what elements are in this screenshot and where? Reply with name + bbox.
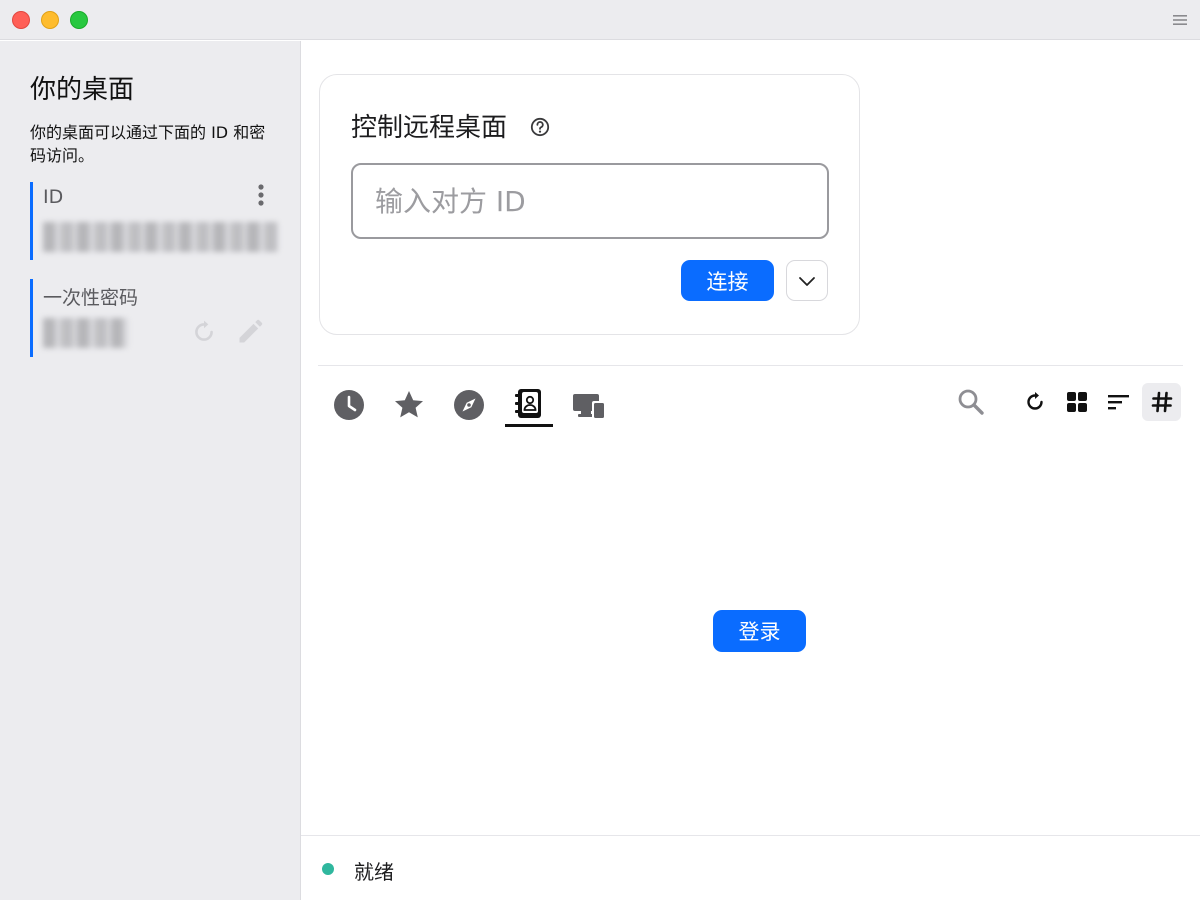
id-value-redacted	[43, 222, 278, 252]
sidebar: 你的桌面 你的桌面可以通过下面的 ID 和密码访问。 ID 一次性密码	[0, 41, 301, 900]
tab-groups[interactable]	[565, 383, 613, 427]
refresh-password-icon[interactable]	[191, 319, 217, 345]
refresh-button[interactable]	[1017, 383, 1053, 421]
connect-options-button[interactable]	[786, 260, 828, 301]
minimize-window-button[interactable]	[41, 11, 59, 29]
chevron-down-icon	[799, 277, 815, 286]
clock-icon	[334, 390, 364, 420]
tab-favorites[interactable]	[385, 383, 433, 427]
refresh-icon	[1027, 392, 1043, 410]
address-book-icon	[515, 388, 541, 418]
status-indicator	[322, 863, 334, 875]
tab-discovered[interactable]	[445, 383, 493, 427]
remote-id-input[interactable]	[351, 163, 829, 239]
devices-icon	[573, 394, 605, 419]
connect-card: 控制远程桌面 连接	[319, 74, 860, 335]
password-label: 一次性密码	[43, 287, 139, 309]
title-bar	[0, 0, 1200, 40]
grid-view-button[interactable]	[1059, 383, 1095, 421]
more-options-icon[interactable]	[254, 182, 268, 208]
sort-icon	[1108, 395, 1129, 410]
connect-title: 控制远程桌面	[351, 113, 508, 143]
menu-icon[interactable]	[1172, 13, 1188, 27]
section-divider	[318, 365, 1183, 366]
status-bar: 就绪	[301, 835, 1200, 900]
close-window-button[interactable]	[12, 11, 30, 29]
grid-view-icon	[1067, 392, 1087, 412]
tab-recent[interactable]	[325, 383, 373, 427]
password-section: 一次性密码	[30, 279, 280, 357]
connect-button[interactable]: 连接	[681, 260, 774, 301]
help-icon[interactable]	[530, 117, 550, 137]
login-button[interactable]: 登录	[713, 610, 806, 652]
hash-button[interactable]	[1142, 383, 1181, 421]
tab-address-book[interactable]	[505, 383, 553, 427]
search-icon	[958, 389, 984, 415]
id-label: ID	[43, 186, 64, 208]
id-section: ID	[30, 182, 280, 260]
edit-password-icon[interactable]	[236, 318, 264, 346]
password-value-redacted	[43, 318, 128, 348]
sidebar-title: 你的桌面	[30, 75, 135, 105]
star-icon	[395, 391, 423, 418]
main-panel: 控制远程桌面 连接	[301, 41, 1200, 835]
status-text: 就绪	[354, 860, 394, 884]
search-button[interactable]	[953, 383, 989, 421]
hash-icon	[1151, 391, 1172, 413]
sort-button[interactable]	[1101, 383, 1137, 421]
maximize-window-button[interactable]	[70, 11, 88, 29]
compass-icon	[454, 390, 484, 420]
sidebar-description: 你的桌面可以通过下面的 ID 和密码访问。	[30, 123, 266, 165]
